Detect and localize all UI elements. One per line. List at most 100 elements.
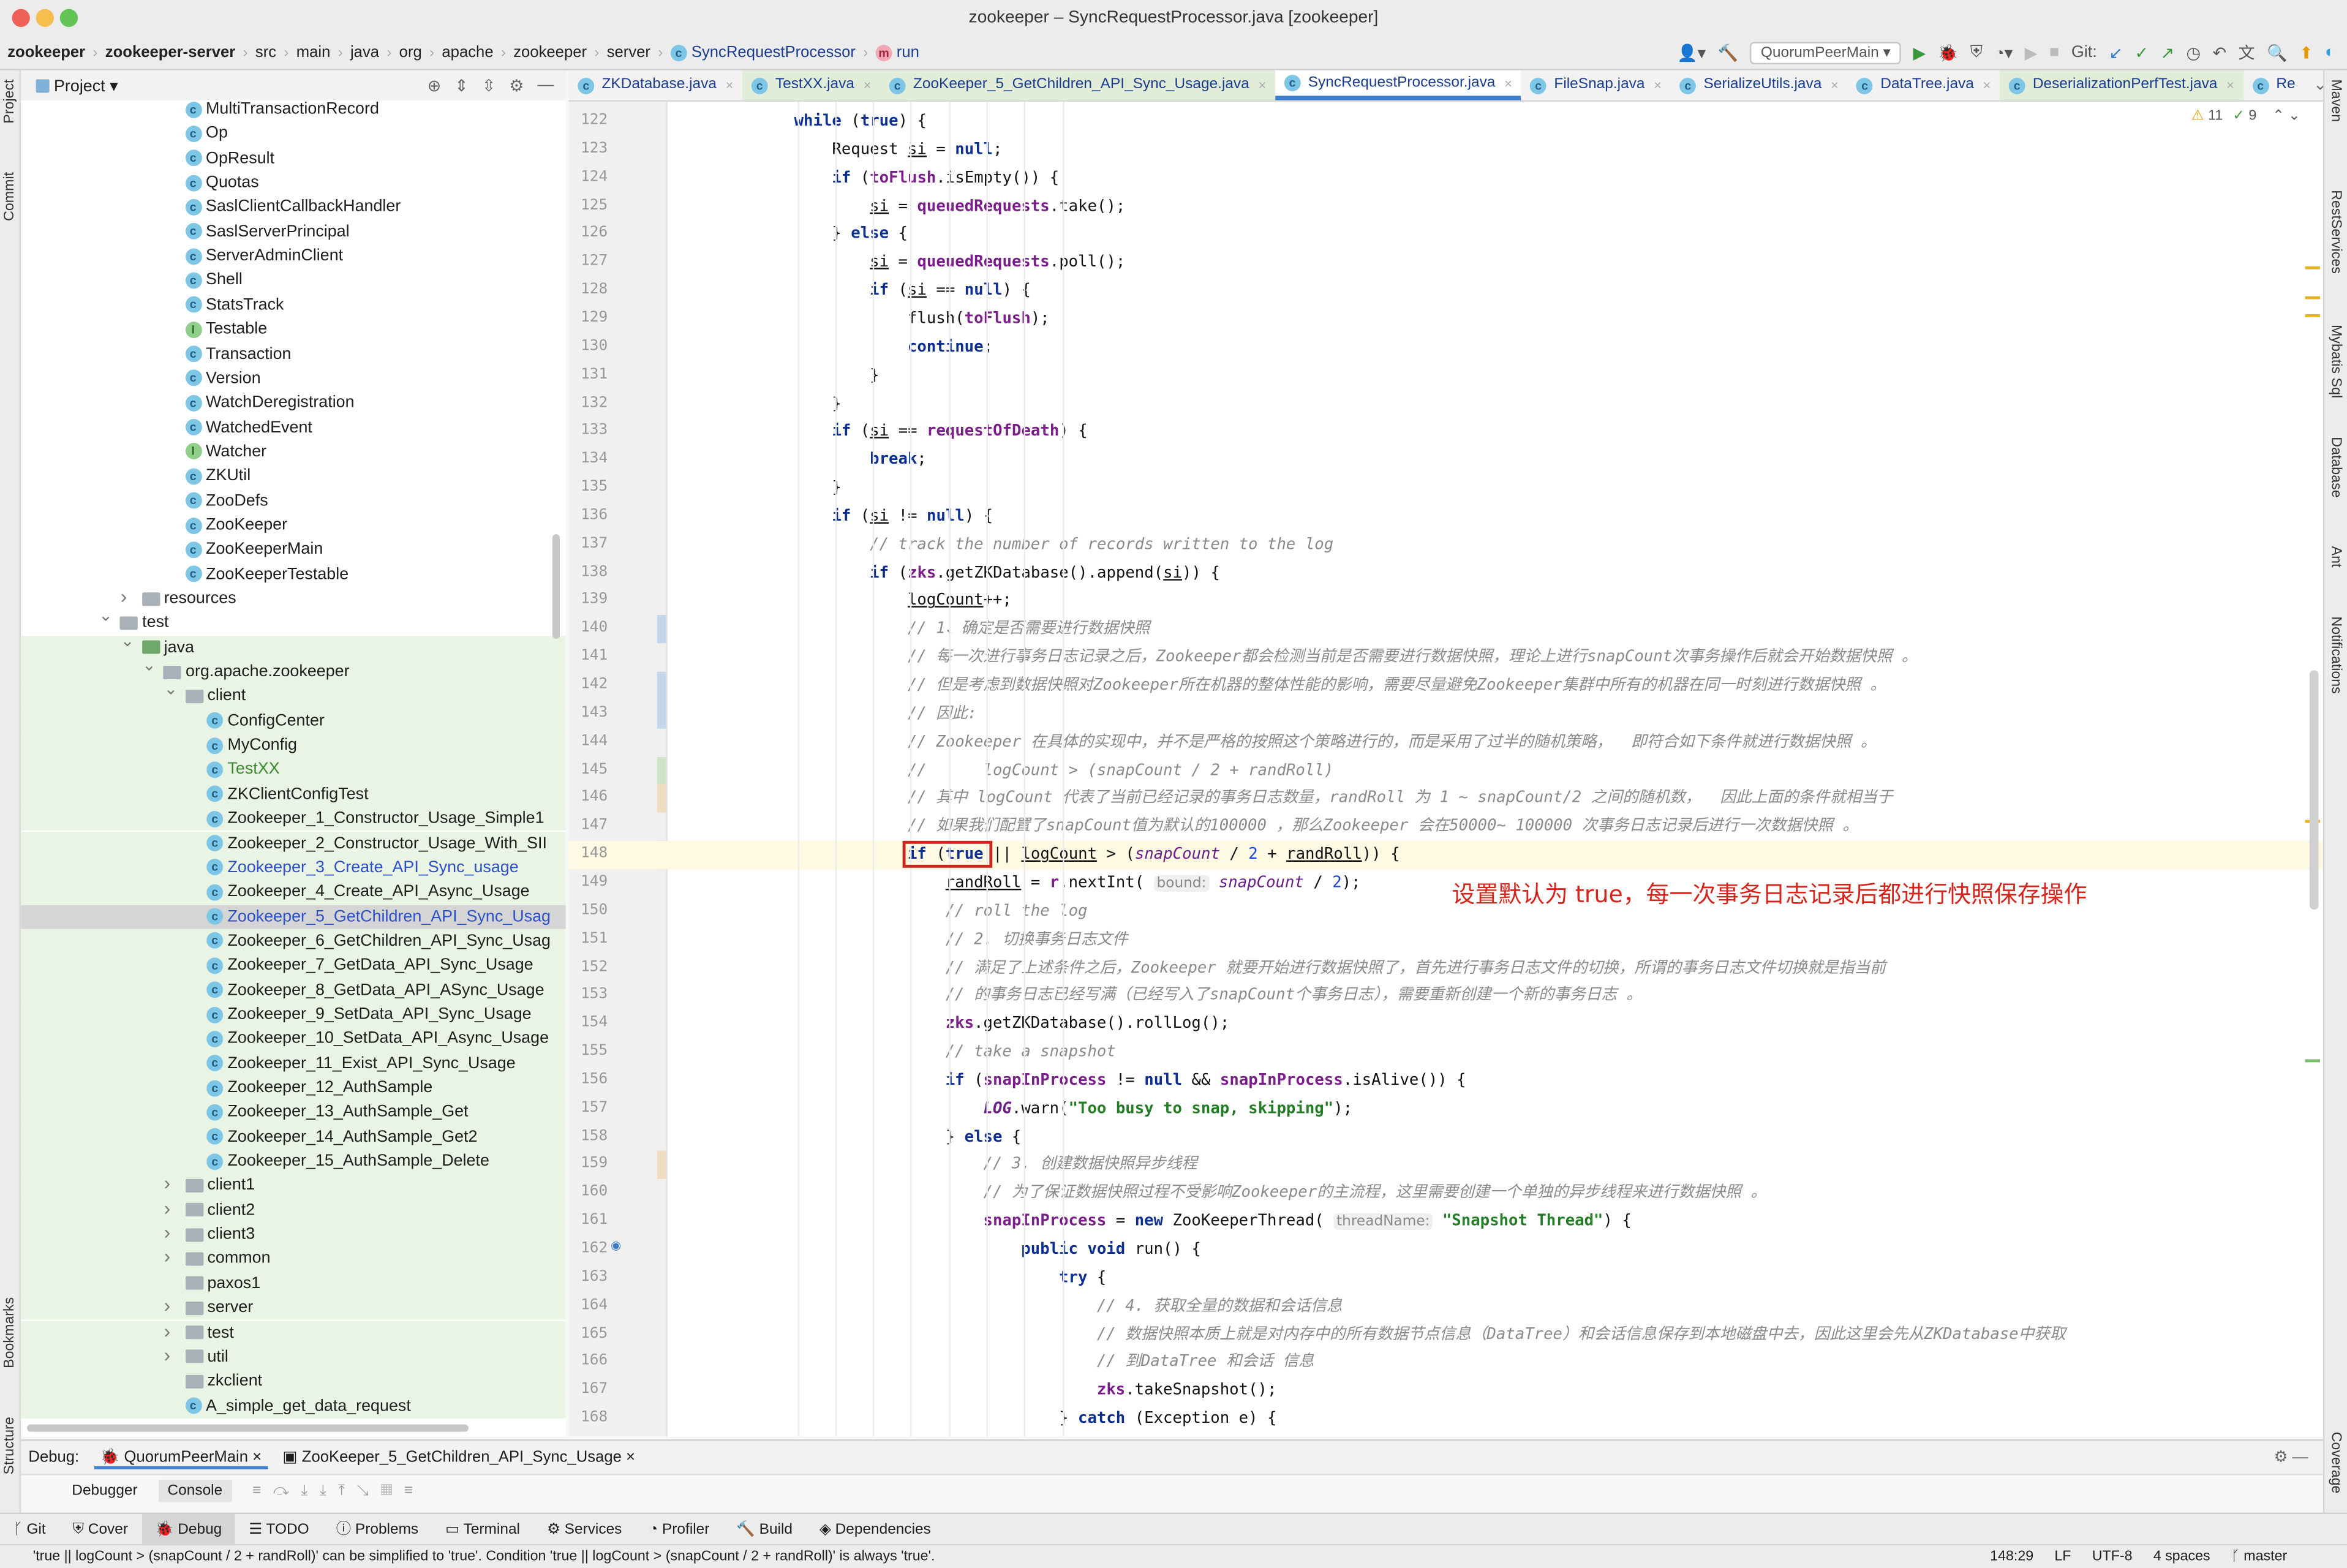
- profile-icon[interactable]: ◔▾: [1995, 43, 2013, 62]
- tree-item[interactable]: c SaslServerPrincipal: [21, 219, 566, 244]
- code-line[interactable]: 132}: [569, 390, 2323, 418]
- tree-item[interactable]: c ConfigCenter: [21, 709, 566, 734]
- breadcrumb-item[interactable]: zookeeper: [506, 43, 594, 61]
- tree-item[interactable]: c SaslClientCallbackHandler: [21, 195, 566, 220]
- tab-zookeeper_5_getchildren_api_sync_usage-java[interactable]: c ZooKeeper_5_GetChildren_API_Sync_Usage.…: [880, 70, 1275, 100]
- code-line[interactable]: 167 zks.takeSnapshot();: [569, 1377, 2323, 1405]
- breadcrumb-item[interactable]: c SyncRequestProcessor: [663, 43, 863, 61]
- git-commit-icon[interactable]: ✓: [2134, 43, 2149, 62]
- code-line[interactable]: 128 if (si == null) {: [569, 277, 2323, 305]
- tree-item[interactable]: c Zookeeper_6_GetChildren_API_Sync_Usag: [21, 929, 566, 954]
- code-line[interactable]: 124 if (toFlush.isEmpty()) {: [569, 164, 2323, 192]
- tree-item[interactable]: c ZKClientConfigTest: [21, 782, 566, 807]
- tree-item[interactable]: c Zookeeper_3_Create_API_Sync_usage: [21, 855, 566, 880]
- breadcrumb-item[interactable]: main: [289, 43, 338, 61]
- code-line[interactable]: 125 si = queuedRequests.take();: [569, 192, 2323, 221]
- code-line[interactable]: 122 while (true) {: [569, 108, 2323, 136]
- tree-item[interactable]: c Zookeeper_4_Create_API_Async_Usage: [21, 880, 566, 905]
- code-line[interactable]: 152 // 满足了上述条件之后，Zookeeper 就要开始进行数据快照了，首先…: [569, 954, 2323, 982]
- tree-item[interactable]: c TestXX: [21, 758, 566, 782]
- tree-item[interactable]: c WatchDeregistration: [21, 391, 566, 415]
- inspection-widget[interactable]: ⚠ 11 ✓ 9 ⌃ ⌄: [2191, 108, 2300, 124]
- tree-item[interactable]: c A_simple_get_data_request: [21, 1393, 566, 1419]
- tab-filesnap-java[interactable]: c FileSnap.java ×: [1521, 70, 1671, 100]
- code-line[interactable]: 140 // 1、确定是否需要进行数据快照: [569, 616, 2323, 644]
- tool-window-build[interactable]: 🔨 Build: [723, 1514, 806, 1545]
- close-tab-icon[interactable]: ×: [1504, 68, 1512, 98]
- scroll-mark[interactable]: [2305, 296, 2321, 300]
- search-icon[interactable]: 🔍: [2267, 43, 2287, 62]
- bookmarks-tool-button[interactable]: Bookmarks: [1, 1297, 18, 1368]
- project-tool-button[interactable]: Project: [1, 79, 18, 123]
- tree-item[interactable]: c StatsTrack: [21, 293, 566, 317]
- close-window-button[interactable]: [12, 9, 30, 27]
- git-push-icon[interactable]: ↗: [2160, 43, 2174, 62]
- tree-item[interactable]: c OpResult: [21, 146, 566, 171]
- settings-gear-icon[interactable]: ⚙: [509, 75, 524, 95]
- chevron-right-icon[interactable]: ›: [164, 1343, 171, 1367]
- code-line[interactable]: 151 // 2. 切换事务日志文件: [569, 925, 2323, 954]
- tool-window-terminal[interactable]: ▭ Terminal: [432, 1514, 533, 1545]
- code-line[interactable]: 165 // 数据快照本质上就是对内存中的所有数据节点信息（DataTree）和会…: [569, 1321, 2323, 1349]
- tree-item[interactable]: ⌄ java: [21, 632, 566, 660]
- tab-syncrequestprocessor-java[interactable]: c SyncRequestProcessor.java ×: [1275, 70, 1521, 100]
- code-line[interactable]: 153 // 的事务日志已经写满（已经写入了snapCount个事务日志），需要重…: [569, 982, 2323, 1010]
- ant-tool-button[interactable]: Ant: [2327, 546, 2344, 568]
- run-configuration-select[interactable]: QuorumPeerMain ▾: [1750, 41, 1901, 64]
- tree-item[interactable]: › util: [21, 1343, 566, 1370]
- code-line[interactable]: 134 break;: [569, 446, 2323, 474]
- close-tab-icon[interactable]: ×: [726, 70, 734, 100]
- tree-item[interactable]: c MultiTransactionRecord: [21, 100, 566, 122]
- code-line[interactable]: 131}: [569, 361, 2323, 390]
- chevron-right-icon[interactable]: ›: [164, 1245, 171, 1269]
- code-line[interactable]: 135}: [569, 474, 2323, 502]
- history-icon[interactable]: ◷: [2187, 43, 2201, 62]
- tab-serializeutils-java[interactable]: c SerializeUtils.java ×: [1671, 70, 1848, 100]
- code-line[interactable]: 163 try {: [569, 1264, 2323, 1292]
- debug-actions-icons[interactable]: ≡⤼⤓⤓⤒↘▦≡: [252, 1483, 425, 1499]
- scroll-mark[interactable]: [2305, 1059, 2321, 1063]
- debug-session-tab[interactable]: 🐞 QuorumPeerMain ×: [94, 1446, 268, 1469]
- tree-item[interactable]: › client1: [21, 1172, 566, 1198]
- tree-item[interactable]: c Zookeeper_10_SetData_API_Async_Usage: [21, 1027, 566, 1052]
- breadcrumb-item[interactable]: server: [599, 43, 658, 61]
- tool-window-profiler[interactable]: ◔ Profiler: [635, 1514, 723, 1545]
- code-line[interactable]: 137 // track the number of records writte…: [569, 531, 2323, 559]
- tree-item[interactable]: c Zookeeper_2_Constructor_Usage_With_SII: [21, 831, 566, 856]
- tree-item[interactable]: c Zookeeper_5_GetChildren_API_Sync_Usag: [21, 904, 566, 929]
- code-line[interactable]: 168} catch (Exception e) {: [569, 1405, 2323, 1433]
- code-line[interactable]: 139 logCount++;: [569, 587, 2323, 616]
- code-line[interactable]: 157 LOG.warn("Too busy to snap, skipping"…: [569, 1095, 2323, 1123]
- chevron-right-icon[interactable]: ›: [164, 1319, 171, 1343]
- tool-window-services[interactable]: ⚙ Services: [533, 1514, 635, 1545]
- tree-item[interactable]: zkclient: [21, 1369, 566, 1394]
- code-line[interactable]: 127 si = queuedRequests.poll();: [569, 249, 2323, 277]
- code-line[interactable]: 145 // logCount > (snapCount / 2 + randRo…: [569, 756, 2323, 785]
- tree-item[interactable]: › client3: [21, 1221, 566, 1247]
- line-separator[interactable]: LF: [2054, 1545, 2071, 1568]
- coverage-tool-button[interactable]: Coverage: [2327, 1432, 2344, 1494]
- code-line[interactable]: 126} else {: [569, 221, 2323, 249]
- tool-window-problems[interactable]: ⓘ Problems: [323, 1514, 432, 1545]
- locate-icon[interactable]: ⊕: [428, 75, 442, 95]
- maximize-window-button[interactable]: [59, 9, 78, 27]
- rollback-icon[interactable]: ↶: [2213, 43, 2227, 62]
- code-line[interactable]: 162 public void run() {: [569, 1236, 2323, 1264]
- tab-re[interactable]: c Re: [2243, 70, 2305, 100]
- tree-item[interactable]: › client2: [21, 1197, 566, 1223]
- breadcrumb-item[interactable]: m run: [868, 43, 927, 61]
- minimize-window-button[interactable]: [36, 9, 54, 27]
- expand-all-icon[interactable]: ⇕: [454, 75, 469, 95]
- code-line[interactable]: 148 if (true || logCount > (snapCount / 2…: [568, 841, 2323, 870]
- chevron-right-icon[interactable]: ›: [164, 1221, 171, 1245]
- code-line[interactable]: 158} else {: [569, 1123, 2323, 1151]
- close-tab-icon[interactable]: ×: [1831, 70, 1839, 100]
- debug-icon[interactable]: 🐞: [1938, 43, 1958, 62]
- settings-gear-icon[interactable]: ⚙ —: [2274, 1449, 2308, 1466]
- scroll-mark[interactable]: [2305, 314, 2321, 317]
- restservices-tool-button[interactable]: RestServices: [2327, 190, 2344, 274]
- tree-item[interactable]: ⌄ client: [21, 681, 566, 709]
- code-line[interactable]: 142 // 但是考虑到数据快照对Zookeeper所在机器的整体性能的影响，需要…: [569, 672, 2323, 700]
- tool-window-git[interactable]: ᚴ Git: [0, 1514, 59, 1545]
- indent-setting[interactable]: 4 spaces: [2153, 1545, 2210, 1568]
